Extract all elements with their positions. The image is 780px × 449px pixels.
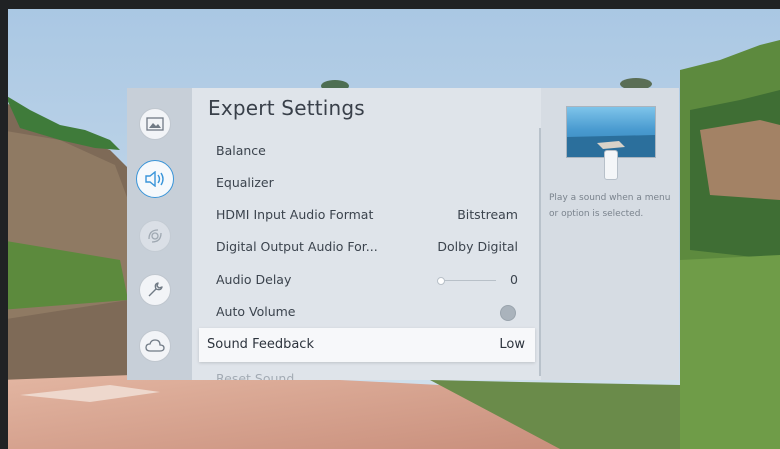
page-title: Expert Settings [208,96,365,120]
menu-item-balance[interactable]: Balance [216,140,518,162]
menu-item-label: Auto Volume [216,304,296,319]
menu-item-digital-output-audio-format[interactable]: Digital Output Audio For... Dolby Digita… [216,236,518,258]
settings-panel: Expert Settings Balance Equalizer HDMI I… [127,88,679,380]
menu-item-label: Balance [216,143,266,158]
menu-item-value: Low [499,337,525,352]
menu-item-value: Dolby Digital [437,239,518,254]
wrench-icon-glyph [148,282,163,297]
menu-item-hdmi-input-audio-format[interactable]: HDMI Input Audio Format Bitstream [216,204,518,226]
picture-icon-glyph [146,117,164,131]
support-wrench-icon[interactable] [139,274,171,306]
cloud-icon-glyph [145,339,165,352]
menu-item-value: 0 [510,272,518,287]
menu-item-label: Reset Sound [216,371,295,380]
menu-item-auto-volume[interactable]: Auto Volume [216,301,518,323]
menu-item-label: Sound Feedback [207,337,314,352]
cloud-icon[interactable] [139,330,171,362]
menu-item-label: Digital Output Audio For... [216,239,378,254]
satellite-icon-glyph [148,229,162,243]
menu-item-label: HDMI Input Audio Format [216,207,374,222]
category-sidebar [127,88,192,380]
broadcasting-icon[interactable] [139,220,171,252]
audio-delay-slider-track[interactable] [440,280,496,281]
sound-icon[interactable] [136,160,174,198]
menu-item-value: Bitstream [457,207,518,222]
menu-item-label: Audio Delay [216,272,292,287]
audio-delay-slider-handle[interactable] [437,277,445,285]
remote-control-icon [604,150,618,180]
picture-icon[interactable] [139,108,171,140]
auto-volume-toggle[interactable] [500,305,516,321]
menu-item-reset-sound[interactable]: Reset Sound [216,368,518,380]
settings-list: Expert Settings Balance Equalizer HDMI I… [192,88,540,380]
speaker-icon-glyph [145,171,164,187]
menu-item-label: Equalizer [216,175,274,190]
menu-item-equalizer[interactable]: Equalizer [216,172,518,194]
help-description: Play a sound when a menu or option is se… [549,193,671,219]
menu-item-audio-delay[interactable]: Audio Delay 0 [216,269,518,291]
help-pane: Play a sound when a menu or option is se… [541,88,679,380]
menu-item-sound-feedback[interactable]: Sound Feedback Low [199,328,535,362]
